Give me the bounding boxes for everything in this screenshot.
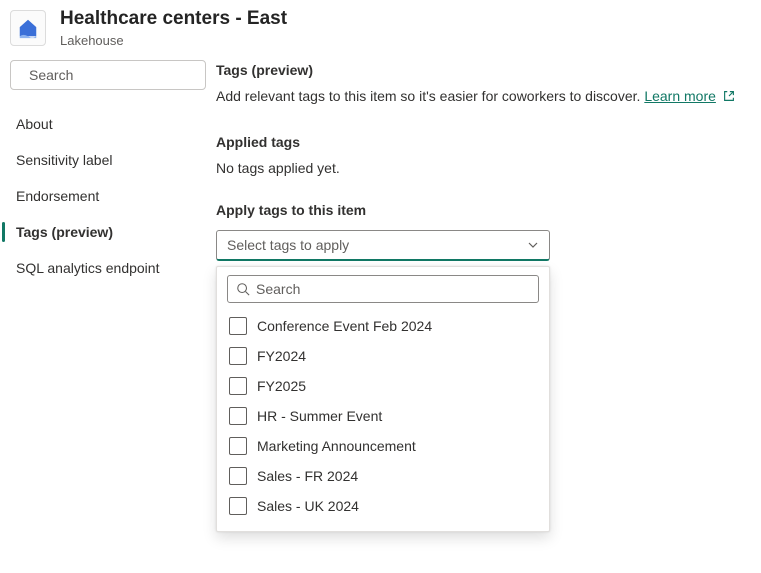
section-title: Tags (preview) [216, 62, 751, 78]
checkbox[interactable] [229, 497, 247, 515]
tag-option[interactable]: Marketing Announcement [227, 431, 539, 461]
applied-tags-title: Applied tags [216, 134, 751, 150]
tag-option[interactable]: Sales - FR 2024 [227, 461, 539, 491]
tags-dropdown-trigger[interactable]: Select tags to apply [216, 230, 550, 261]
tag-option-label: FY2025 [257, 378, 306, 394]
tag-option[interactable]: FY2025 [227, 371, 539, 401]
sidebar-search[interactable] [10, 60, 206, 90]
sidebar-item-tags-preview[interactable]: Tags (preview) [10, 214, 210, 250]
checkbox[interactable] [229, 467, 247, 485]
dropdown-placeholder: Select tags to apply [227, 237, 349, 253]
checkbox[interactable] [229, 377, 247, 395]
open-external-icon [722, 89, 736, 103]
sidebar: About Sensitivity label Endorsement Tags… [10, 60, 210, 286]
dropdown-search[interactable] [227, 275, 539, 303]
chevron-down-icon [527, 239, 539, 251]
sidebar-nav: About Sensitivity label Endorsement Tags… [10, 106, 210, 286]
checkbox[interactable] [229, 317, 247, 335]
sidebar-item-endorsement[interactable]: Endorsement [10, 178, 210, 214]
tag-option[interactable]: Sales - UK 2024 [227, 491, 539, 521]
section-description: Add relevant tags to this item so it's e… [216, 88, 751, 104]
search-icon [236, 282, 250, 296]
page-title: Healthcare centers - East [60, 8, 287, 31]
header-titles: Healthcare centers - East Lakehouse [60, 8, 287, 48]
sidebar-item-about[interactable]: About [10, 106, 210, 142]
item-type-icon [10, 10, 46, 46]
lakehouse-icon [17, 17, 39, 39]
tag-option-label: FY2024 [257, 348, 306, 364]
tag-option-label: HR - Summer Event [257, 408, 382, 424]
checkbox[interactable] [229, 407, 247, 425]
header: Healthcare centers - East Lakehouse [0, 0, 761, 60]
no-tags-message: No tags applied yet. [216, 160, 751, 176]
tag-option-label: Marketing Announcement [257, 438, 416, 454]
tag-option-label: Sales - UK 2024 [257, 498, 359, 514]
checkbox[interactable] [229, 437, 247, 455]
tags-dropdown-panel: Conference Event Feb 2024 FY2024 FY2025 … [216, 266, 550, 532]
item-type-label: Lakehouse [60, 33, 287, 48]
tag-option[interactable]: Conference Event Feb 2024 [227, 311, 539, 341]
sidebar-item-sql-analytics-endpoint[interactable]: SQL analytics endpoint [10, 250, 210, 286]
sidebar-item-sensitivity-label[interactable]: Sensitivity label [10, 142, 210, 178]
tag-option[interactable]: HR - Summer Event [227, 401, 539, 431]
main-content: Tags (preview) Add relevant tags to this… [210, 60, 761, 286]
dropdown-search-input[interactable] [256, 281, 530, 297]
tag-option-label: Conference Event Feb 2024 [257, 318, 432, 334]
tag-option-label: Sales - FR 2024 [257, 468, 358, 484]
checkbox[interactable] [229, 347, 247, 365]
learn-more-link[interactable]: Learn more [644, 88, 736, 104]
tags-dropdown: Select tags to apply Conference Event Fe… [216, 230, 550, 261]
apply-tags-title: Apply tags to this item [216, 202, 751, 218]
sidebar-search-input[interactable] [29, 67, 210, 83]
tag-option[interactable]: FY2024 [227, 341, 539, 371]
